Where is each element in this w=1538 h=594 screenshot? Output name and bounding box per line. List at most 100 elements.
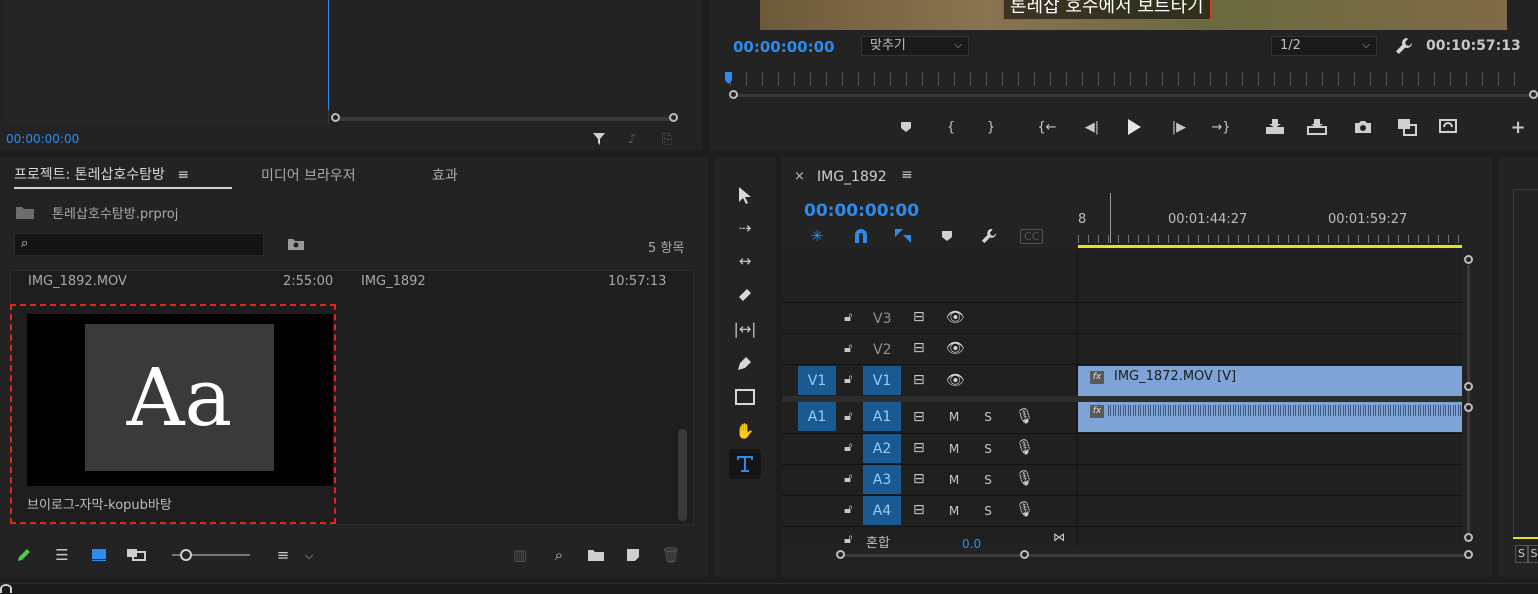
insert-audio-icon[interactable]: ♪ [622, 131, 642, 147]
camera-icon[interactable] [1353, 117, 1373, 137]
sequence-tab[interactable]: IMG_1892 [817, 169, 887, 185]
program-scrollbar[interactable] [736, 94, 1531, 97]
icon-view-icon[interactable] [89, 545, 109, 565]
timeline-hscroll-left-handle[interactable] [836, 550, 845, 559]
track-select-tool-icon[interactable]: ⇢ [733, 216, 757, 240]
track-name-v2[interactable]: V2 [873, 342, 891, 358]
panel-menu-icon[interactable]: ≡ [177, 167, 189, 183]
timeline-hscroll-right-handle[interactable] [1464, 550, 1473, 559]
play-icon[interactable] [1124, 117, 1144, 137]
lock-icon[interactable]: 🔓︎ [844, 471, 852, 486]
lock-icon[interactable]: 🔓︎ [844, 372, 852, 387]
timeline-hscroll-thumb-end[interactable] [1020, 550, 1029, 559]
solo-right-button[interactable]: S [1528, 545, 1538, 563]
solo-button[interactable]: S [980, 473, 996, 487]
source-patch-v1[interactable]: V1 [798, 366, 836, 395]
track-target-v1[interactable]: V1 [863, 366, 901, 395]
program-scroll-start-handle[interactable] [729, 90, 738, 99]
add-marker-icon[interactable] [896, 117, 916, 137]
list-item[interactable]: IMG_1892.MOV 2:55:00 IMG_1892 10:57:13 [11, 271, 681, 293]
mark-out-icon[interactable]: } [981, 117, 1001, 137]
program-ruler[interactable] [730, 72, 1530, 86]
rectangle-tool-icon[interactable] [733, 385, 757, 409]
find-icon[interactable]: ⌕ [549, 545, 569, 565]
mute-button[interactable]: M [946, 410, 962, 424]
sync-lock-icon[interactable]: ⊟ [913, 409, 925, 425]
type-tool-icon[interactable] [729, 449, 761, 479]
mix-expand-icon[interactable]: ⋈ [1053, 530, 1065, 544]
close-icon[interactable]: × [794, 169, 805, 184]
resolution-select[interactable]: 1/2 ⌵ [1271, 36, 1377, 56]
source-scroll-end-handle[interactable] [669, 113, 678, 122]
program-timecode[interactable]: 00:00:00:00 [733, 38, 835, 56]
source-scrollbar[interactable] [336, 117, 676, 121]
eye-icon[interactable]: 👁︎ [946, 339, 965, 357]
fit-select[interactable]: 맞추기 ⌵ [861, 36, 969, 56]
lock-icon[interactable]: 🔓︎ [844, 310, 852, 325]
mix-value[interactable]: 0.0 [962, 537, 981, 551]
nest-sequence-icon[interactable]: ✳ [806, 227, 828, 245]
pen-tool-icon[interactable] [733, 351, 757, 375]
wrench-icon[interactable] [1393, 36, 1415, 56]
ripple-edit-tool-icon[interactable]: ↔ [733, 249, 757, 273]
zoom-slider[interactable] [172, 549, 250, 561]
overwrite-icon[interactable] [1307, 117, 1327, 137]
selected-item-frame[interactable]: Aa 브이로그-자막-kopub바탕 [10, 304, 336, 524]
lock-icon[interactable]: 🔓︎ [844, 341, 852, 356]
timeline-audio-vscroll-handle[interactable] [1464, 403, 1473, 412]
sync-lock-icon[interactable]: ⊟ [913, 502, 925, 518]
sync-lock-icon[interactable]: ⊟ [913, 440, 925, 456]
slip-tool-icon[interactable]: |↔| [733, 317, 757, 341]
find-folder-icon[interactable] [286, 235, 306, 253]
tab-effects[interactable]: 효과 [432, 165, 458, 185]
zoom-slider-handle[interactable] [180, 549, 192, 561]
sort-icon[interactable]: ≡ [272, 545, 294, 565]
sync-lock-icon[interactable]: ⊟ [913, 471, 925, 487]
sync-lock-icon[interactable]: ⊟ [913, 340, 925, 356]
tab-project[interactable]: 프로젝트: 톤레삽호수탐방 ≡ [14, 164, 189, 184]
timeline-menu-icon[interactable]: ≡ [901, 167, 913, 183]
hand-tool-icon[interactable]: ✋ [733, 419, 757, 443]
work-area-bar[interactable] [1078, 245, 1462, 248]
solo-button[interactable]: S [980, 442, 996, 456]
source-timecode[interactable]: 00:00:00:00 [6, 132, 79, 146]
pencil-icon[interactable] [14, 545, 34, 565]
list-scrollbar[interactable] [678, 429, 687, 521]
go-to-in-icon[interactable]: {← [1037, 117, 1057, 137]
snap-magnet-icon[interactable] [850, 227, 872, 245]
razor-tool-icon[interactable] [733, 283, 757, 307]
program-scroll-end-handle[interactable] [1529, 90, 1538, 99]
track-target-a3[interactable]: A3 [863, 465, 901, 494]
solo-left-button[interactable]: S [1515, 545, 1528, 563]
microphone-icon[interactable]: 🎙︎ [1015, 500, 1034, 518]
mute-button[interactable]: M [946, 504, 962, 518]
lock-icon[interactable]: 🔓︎ [844, 409, 852, 424]
source-scroll-start-handle[interactable] [331, 113, 340, 122]
graphic-thumbnail[interactable]: Aa [27, 314, 333, 486]
tab-media-browser[interactable]: 미디어 브라우저 [261, 165, 356, 185]
microphone-icon[interactable]: 🎙︎ [1015, 438, 1034, 456]
go-to-out-icon[interactable]: →} [1211, 117, 1231, 137]
audio-clip[interactable]: fx [1078, 402, 1462, 432]
comparison-view-icon[interactable] [1397, 117, 1417, 137]
folder-up-icon[interactable] [14, 203, 36, 221]
thumbnail-label[interactable]: 브이로그-자막-kopub바탕 [27, 494, 172, 513]
mute-button[interactable]: M [946, 473, 962, 487]
timeline-ruler[interactable] [1078, 235, 1462, 243]
new-item-icon[interactable] [623, 545, 643, 565]
microphone-icon[interactable]: 🎙︎ [1015, 407, 1034, 425]
toggle-proxies-icon[interactable] [1439, 117, 1459, 137]
linked-selection-icon[interactable] [892, 227, 914, 245]
timeline-video-vscroll-handle[interactable] [1464, 382, 1473, 391]
list-view-icon[interactable]: ☰ [52, 545, 72, 565]
add-marker-icon[interactable] [936, 227, 958, 245]
timeline-hscroll-track[interactable] [840, 554, 1465, 557]
eye-icon[interactable]: 👁︎ [946, 308, 965, 326]
automate-to-sequence-icon[interactable]: ▥ [509, 545, 531, 565]
eye-icon[interactable]: 👁︎ [946, 371, 965, 389]
timeline-timecode[interactable]: 00:00:00:00 [804, 201, 919, 221]
solo-button[interactable]: S [980, 410, 996, 424]
filter-icon[interactable] [590, 131, 608, 147]
sync-lock-icon[interactable]: ⊟ [913, 372, 925, 388]
lock-icon[interactable]: 🔓︎ [844, 502, 852, 517]
